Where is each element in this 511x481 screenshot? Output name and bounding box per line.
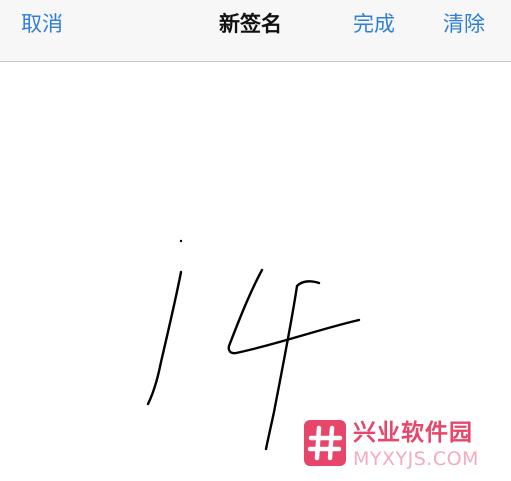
clear-button[interactable]: 清除 [443,10,485,38]
signature-stroke-i [146,270,183,406]
done-button[interactable]: 完成 [353,10,395,38]
navigation-bar: 取消 新签名 完成 清除 [0,0,511,62]
cancel-button[interactable]: 取消 [21,10,63,38]
signature-dot [179,239,183,243]
watermark-domain: MYXYJS.COM [353,448,479,470]
watermark-name: 兴业软件园 [353,420,473,446]
watermark: 兴业软件园 MYXYJS.COM [304,418,504,474]
hash-logo-icon [304,420,346,466]
signature-screen: 取消 新签名 完成 清除 兴业软件园 MYXYJS.COM [0,0,511,481]
page-title: 新签名 [219,12,282,36]
